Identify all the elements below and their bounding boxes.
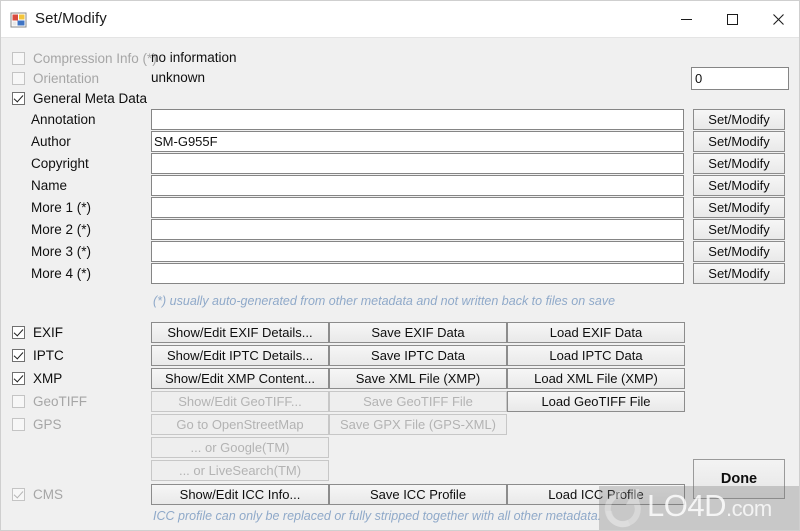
load-exif-data-button[interactable]: Load EXIF Data (507, 322, 685, 343)
geotiff-label: GeoTIFF (33, 394, 88, 409)
cms-checkbox-box[interactable] (12, 488, 25, 501)
field-input-more-3[interactable] (151, 241, 684, 262)
show-edit-xmp-content-button[interactable]: Show/Edit XMP Content... (151, 368, 329, 389)
field-label-more-3: More 3 (*) (31, 244, 92, 259)
go-to-openstreetmap-button: Go to OpenStreetMap (151, 414, 329, 435)
checkbox-geotiff[interactable]: GeoTIFF (12, 392, 87, 411)
save-iptc-data-button[interactable]: Save IPTC Data (329, 345, 507, 366)
field-label-author: Author (31, 134, 71, 149)
save-geotiff-file-button: Save GeoTIFF File (329, 391, 507, 412)
set-modify-button-annotation[interactable]: Set/Modify (693, 109, 785, 130)
gps-label: GPS (33, 417, 62, 432)
maximize-button[interactable] (709, 1, 755, 37)
show-edit-geotiff-button: Show/Edit GeoTIFF... (151, 391, 329, 412)
xmp-label: XMP (33, 371, 63, 386)
show-edit-icc-info-button[interactable]: Show/Edit ICC Info... (151, 484, 329, 505)
hint-icc-profile: ICC profile can only be replaced or full… (153, 509, 602, 523)
show-edit-iptc-details-button[interactable]: Show/Edit IPTC Details... (151, 345, 329, 366)
field-label-more-2: More 2 (*) (31, 222, 92, 237)
hint-auto-generated: (*) usually auto-generated from other me… (153, 294, 616, 308)
field-label-name: Name (31, 178, 68, 193)
save-xml-file-xmp-button[interactable]: Save XML File (XMP) (329, 368, 507, 389)
xmp-checkbox-box[interactable] (12, 372, 25, 385)
exif-checkbox-box[interactable] (12, 326, 25, 339)
field-input-more-2[interactable] (151, 219, 684, 240)
field-label-copyright: Copyright (31, 156, 89, 171)
dialog-body: Compression Info (*) no information Orie… (1, 38, 799, 530)
close-button[interactable] (755, 1, 799, 37)
load-xml-file-xmp-button[interactable]: Load XML File (XMP) (507, 368, 685, 389)
save-icc-profile-button[interactable]: Save ICC Profile (329, 484, 507, 505)
save-exif-data-button[interactable]: Save EXIF Data (329, 322, 507, 343)
general-meta-data-label: General Meta Data (33, 91, 148, 106)
field-input-copyright[interactable] (151, 153, 684, 174)
checkbox-xmp[interactable]: XMP (12, 369, 62, 388)
checkbox-cms[interactable]: CMS (12, 485, 63, 504)
geotiff-checkbox-box[interactable] (12, 395, 25, 408)
orientation-spinner[interactable] (691, 67, 799, 90)
checkbox-orientation[interactable]: Orientation (12, 69, 99, 88)
orientation-label: Orientation (33, 71, 100, 86)
checkbox-iptc[interactable]: IPTC (12, 346, 64, 365)
compression-info-label: Compression Info (*) (33, 51, 157, 66)
or-livesearch-button: ... or LiveSearch(TM) (151, 460, 329, 481)
field-input-name[interactable] (151, 175, 684, 196)
set-modify-window: Set/Modify Compression Info (*) no infor… (0, 0, 800, 531)
load-icc-profile-button[interactable]: Load ICC Profile (507, 484, 685, 505)
set-modify-button-more-1[interactable]: Set/Modify (693, 197, 785, 218)
orientation-checkbox-box[interactable] (12, 72, 25, 85)
set-modify-button-more-3[interactable]: Set/Modify (693, 241, 785, 262)
field-label-more-1: More 1 (*) (31, 200, 92, 215)
checkbox-general-meta-data[interactable]: General Meta Data (12, 89, 147, 108)
compression-info-value: no information (151, 50, 237, 65)
compression-info-checkbox-box[interactable] (12, 52, 25, 65)
orientation-value: unknown (151, 70, 206, 85)
checkbox-compression-info[interactable]: Compression Info (*) (12, 49, 157, 68)
or-google-button: ... or Google(TM) (151, 437, 329, 458)
iptc-label: IPTC (33, 348, 64, 363)
checkbox-gps[interactable]: GPS (12, 415, 62, 434)
field-label-annotation: Annotation (31, 112, 96, 127)
set-modify-button-copyright[interactable]: Set/Modify (693, 153, 785, 174)
set-modify-button-author[interactable]: Set/Modify (693, 131, 785, 152)
done-button[interactable]: Done (693, 459, 785, 499)
exif-label: EXIF (33, 325, 64, 340)
cms-label: CMS (33, 487, 63, 502)
iptc-checkbox-box[interactable] (12, 349, 25, 362)
load-iptc-data-button[interactable]: Load IPTC Data (507, 345, 685, 366)
orientation-spinner-input[interactable] (692, 68, 799, 89)
show-edit-exif-details-button[interactable]: Show/Edit EXIF Details... (151, 322, 329, 343)
save-gpx-file-gps-xml-button: Save GPX File (GPS-XML) (329, 414, 507, 435)
set-modify-button-more-2[interactable]: Set/Modify (693, 219, 785, 240)
general-meta-data-checkbox-box[interactable] (12, 92, 25, 105)
minimize-button[interactable] (663, 1, 709, 37)
field-input-annotation[interactable] (151, 109, 684, 130)
set-modify-button-more-4[interactable]: Set/Modify (693, 263, 785, 284)
load-geotiff-file-button[interactable]: Load GeoTIFF File (507, 391, 685, 412)
field-input-more-1[interactable] (151, 197, 684, 218)
app-window-icon (10, 11, 28, 29)
window-title: Set/Modify (35, 10, 107, 27)
field-input-author[interactable] (151, 131, 684, 152)
set-modify-button-name[interactable]: Set/Modify (693, 175, 785, 196)
gps-checkbox-box[interactable] (12, 418, 25, 431)
title-bar: Set/Modify (1, 1, 799, 38)
checkbox-exif[interactable]: EXIF (12, 323, 63, 342)
field-label-more-4: More 4 (*) (31, 266, 92, 281)
field-input-more-4[interactable] (151, 263, 684, 284)
